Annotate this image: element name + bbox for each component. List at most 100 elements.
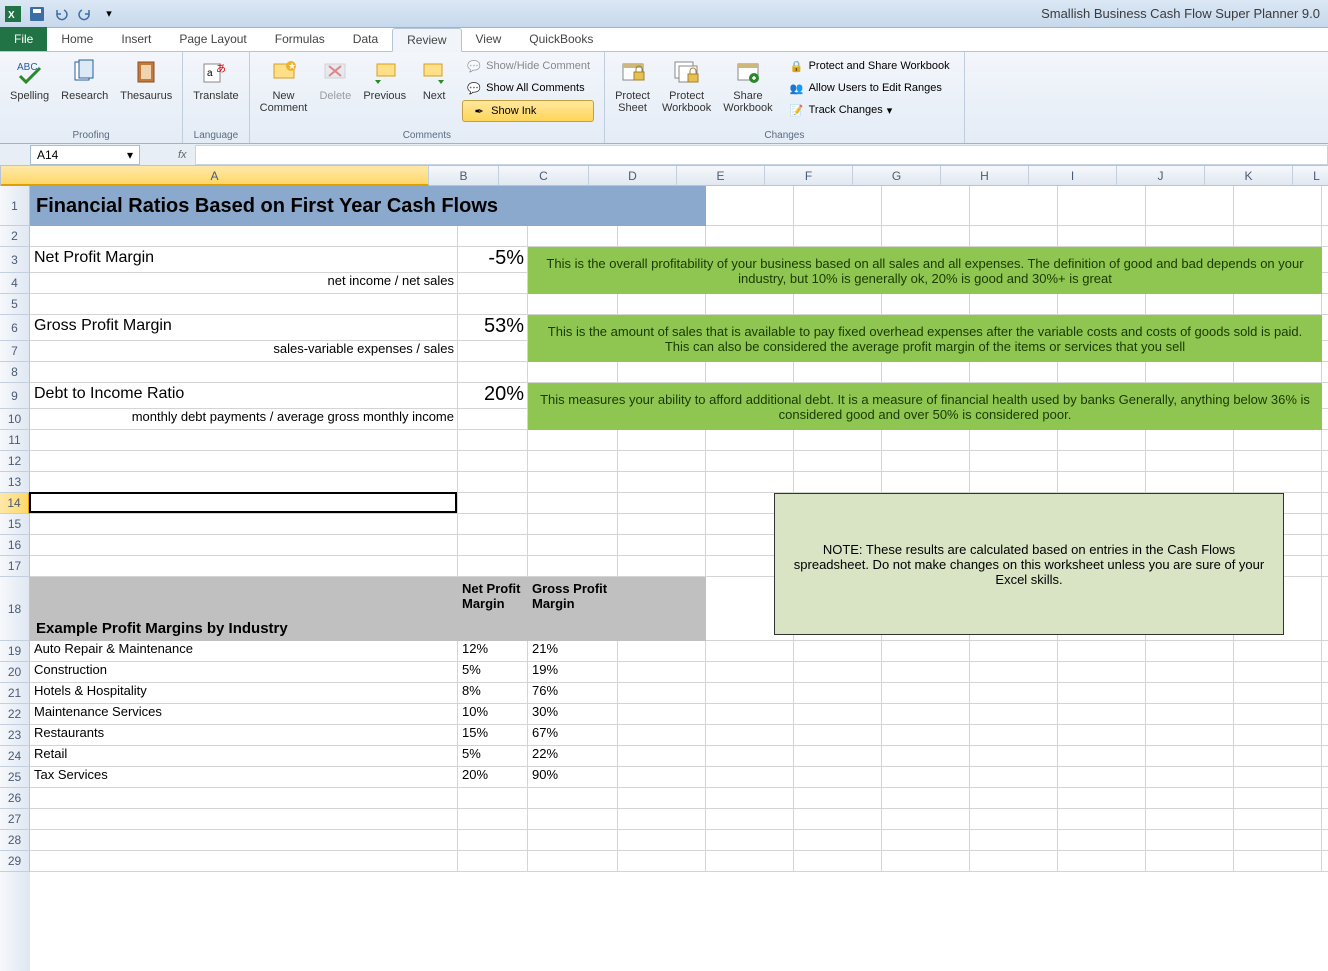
row-header-21[interactable]: 21 [0,683,30,704]
npm-label: Net Profit Margin [30,247,458,273]
npm-formula: net income / net sales [30,273,458,294]
thesaurus-button[interactable]: Thesaurus [116,54,176,104]
col-header-C[interactable]: C [499,166,589,186]
row-header-23[interactable]: 23 [0,725,30,746]
protect-sheet-button[interactable]: Protect Sheet [611,54,654,122]
table-row-npm: 8% [458,683,528,704]
tab-review[interactable]: Review [392,28,461,52]
tab-formulas[interactable]: Formulas [261,28,339,51]
row-header-4[interactable]: 4 [0,273,30,294]
tab-insert[interactable]: Insert [107,28,165,51]
col-header-D[interactable]: D [589,166,677,186]
translate-button[interactable]: aあTranslate [189,54,242,104]
row-header-26[interactable]: 26 [0,788,30,809]
name-box[interactable]: A14▾ [30,145,140,165]
save-icon[interactable] [28,5,46,23]
gpm-value: 53% [458,315,528,341]
table-col2: Gross Profit Margin [528,577,618,641]
row-header-22[interactable]: 22 [0,704,30,725]
row-header-29[interactable]: 29 [0,851,30,872]
previous-comment-button[interactable]: Previous [359,54,410,124]
col-header-B[interactable]: B [429,166,499,186]
group-label-proofing: Proofing [6,128,176,143]
grid[interactable]: Financial Ratios Based on First Year Cas… [30,186,1328,971]
col-header-K[interactable]: K [1205,166,1293,186]
protect-workbook-button[interactable]: Protect Workbook [658,54,715,122]
show-all-comments-button[interactable]: 💬Show All Comments [462,78,594,98]
row-header-20[interactable]: 20 [0,662,30,683]
table-row-gpm: 90% [528,767,618,788]
row-header-15[interactable]: 15 [0,514,30,535]
table-row-npm: 5% [458,662,528,683]
row-header-19[interactable]: 19 [0,641,30,662]
show-hide-comment-button[interactable]: 💬Show/Hide Comment [462,56,594,76]
row-header-2[interactable]: 2 [0,226,30,247]
row-header-28[interactable]: 28 [0,830,30,851]
redo-icon[interactable] [76,5,94,23]
row-header-6[interactable]: 6 [0,315,30,341]
row-header-12[interactable]: 12 [0,451,30,472]
row-header-16[interactable]: 16 [0,535,30,556]
delete-comment-button[interactable]: Delete [315,54,355,124]
row-header-18[interactable]: 18 [0,577,30,641]
row-header-24[interactable]: 24 [0,746,30,767]
table-row-npm: 5% [458,746,528,767]
svg-text:あ: あ [216,63,226,75]
formula-input[interactable] [195,145,1328,165]
show-ink-button[interactable]: ✒Show Ink [462,100,594,122]
row-header-11[interactable]: 11 [0,430,30,451]
dti-formula: monthly debt payments / average gross mo… [30,409,458,430]
file-tab[interactable]: File [0,27,47,51]
tab-home[interactable]: Home [47,28,107,51]
row-header-8[interactable]: 8 [0,362,30,383]
fx-icon[interactable]: fx [178,149,187,161]
table-row-name: Maintenance Services [30,704,458,725]
tab-quickbooks[interactable]: QuickBooks [515,28,607,51]
table-row-name: Restaurants [30,725,458,746]
table-row-npm: 15% [458,725,528,746]
row-header-5[interactable]: 5 [0,294,30,315]
gpm-formula: sales-variable expenses / sales [30,341,458,362]
col-header-I[interactable]: I [1029,166,1117,186]
table-row-name: Retail [30,746,458,767]
new-comment-button[interactable]: ★New Comment [256,54,312,124]
research-button[interactable]: Research [57,54,112,104]
table-row-gpm: 30% [528,704,618,725]
next-comment-button[interactable]: Next [414,54,454,124]
row-header-1[interactable]: 1 [0,186,30,226]
tab-data[interactable]: Data [339,28,392,51]
row-header-13[interactable]: 13 [0,472,30,493]
col-header-A[interactable]: A [1,166,429,186]
qat-dropdown-icon[interactable]: ▾ [100,5,118,23]
track-changes-button[interactable]: 📝Track Changes ▾ [785,100,954,120]
spelling-button[interactable]: ABCSpelling [6,54,53,104]
row-header-9[interactable]: 9 [0,383,30,409]
row-header-7[interactable]: 7 [0,341,30,362]
tab-view[interactable]: View [462,28,516,51]
group-proofing: ABCSpelling Research Thesaurus Proofing [0,52,183,143]
col-header-E[interactable]: E [677,166,765,186]
protect-share-workbook-button[interactable]: 🔒Protect and Share Workbook [785,56,954,76]
col-header-L[interactable]: L [1293,166,1328,186]
row-header-27[interactable]: 27 [0,809,30,830]
row-header-14[interactable]: 14 [0,493,30,514]
group-label-changes: Changes [611,128,958,143]
formula-bar: A14▾ fx [0,144,1328,166]
sheet-title: Financial Ratios Based on First Year Cas… [30,186,706,226]
row-header-10[interactable]: 10 [0,409,30,430]
row-header-3[interactable]: 3 [0,247,30,273]
col-header-F[interactable]: F [765,166,853,186]
row-header-25[interactable]: 25 [0,767,30,788]
row-header-17[interactable]: 17 [0,556,30,577]
tab-page-layout[interactable]: Page Layout [165,28,260,51]
note-box: NOTE: These results are calculated based… [774,493,1284,635]
undo-icon[interactable] [52,5,70,23]
col-header-J[interactable]: J [1117,166,1205,186]
col-header-H[interactable]: H [941,166,1029,186]
table-row-name: Tax Services [30,767,458,788]
share-workbook-button[interactable]: Share Workbook [719,54,776,122]
allow-edit-ranges-button[interactable]: 👥Allow Users to Edit Ranges [785,78,954,98]
col-header-G[interactable]: G [853,166,941,186]
group-changes: Protect Sheet Protect Workbook Share Wor… [605,52,965,143]
npm-value: -5% [458,247,528,273]
